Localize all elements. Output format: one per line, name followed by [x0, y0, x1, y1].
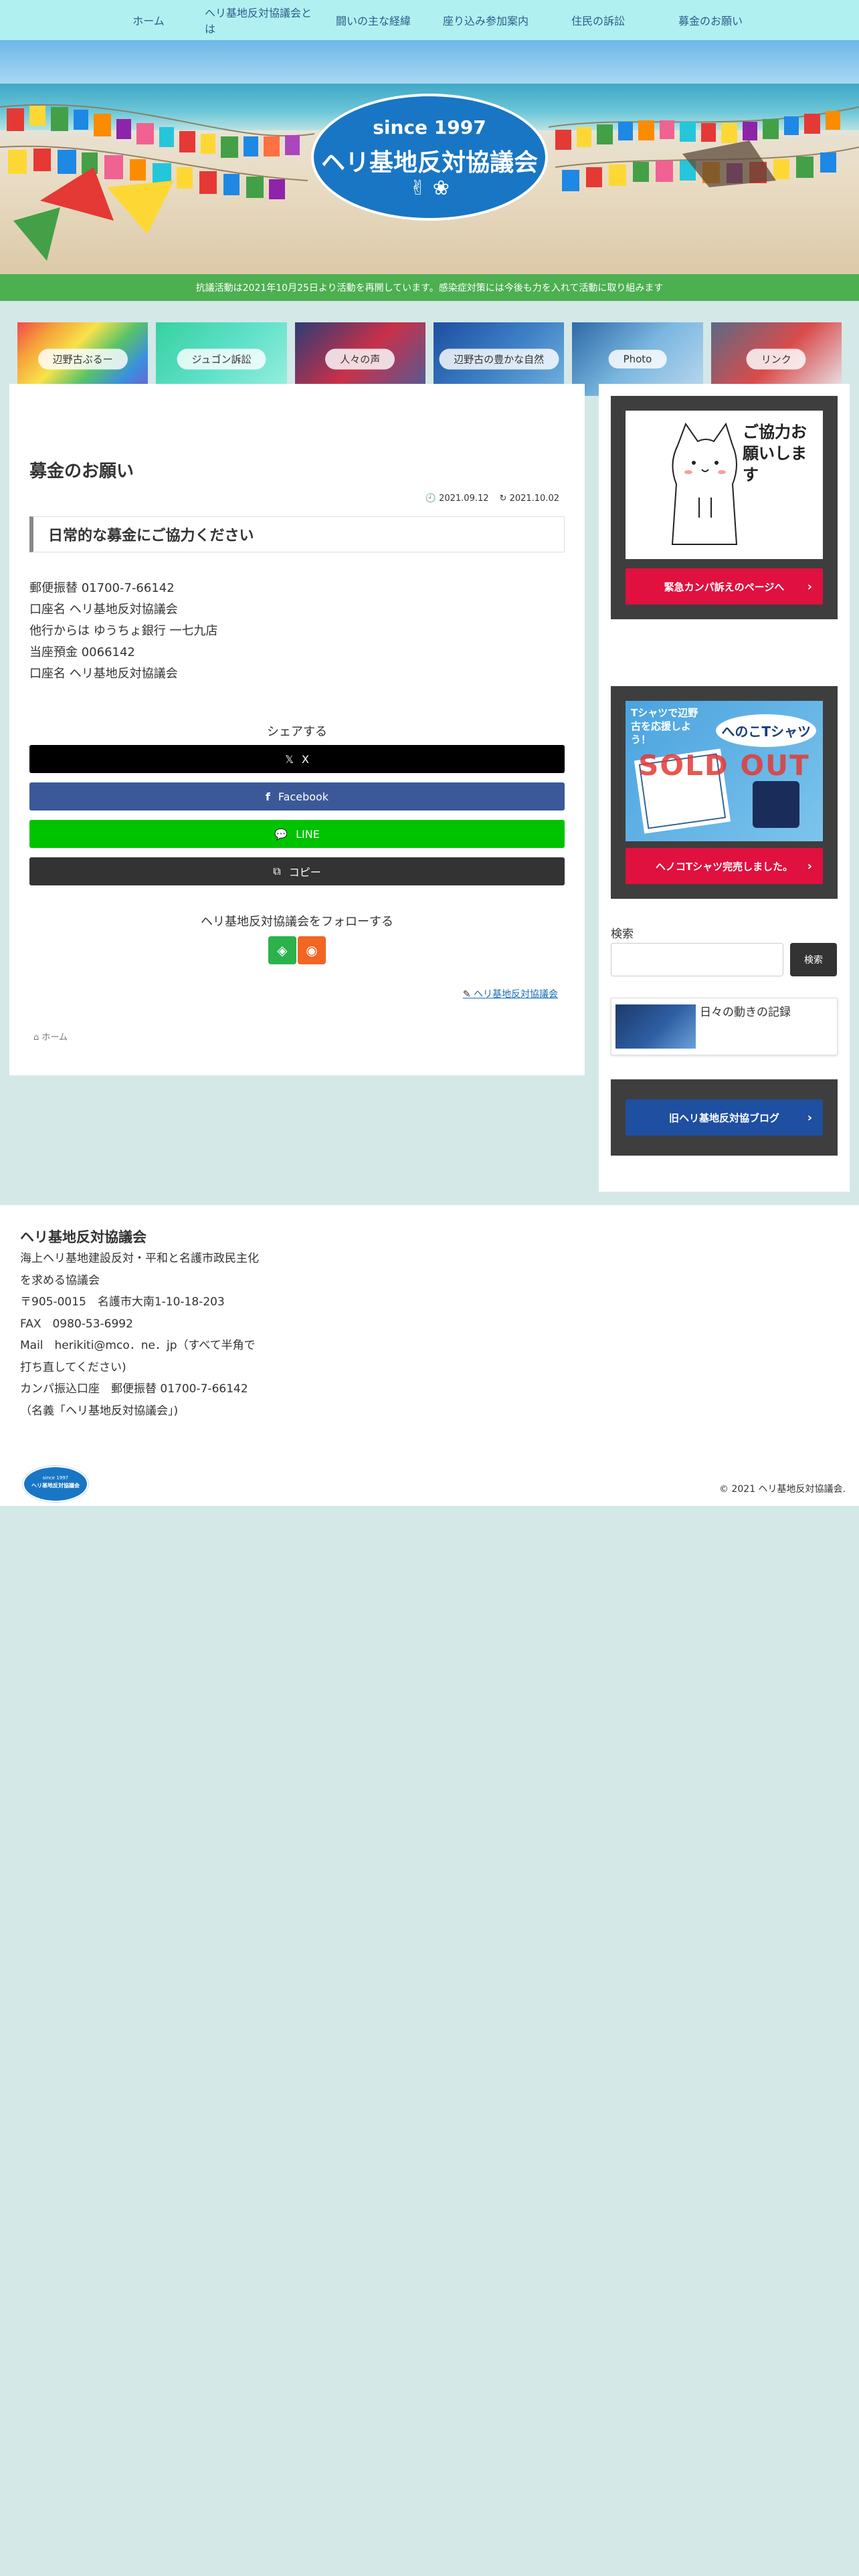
nav-item-history[interactable]: 闘いの主な経緯 — [317, 0, 430, 40]
share-facebook-button[interactable]: f Facebook — [29, 782, 565, 811]
breadcrumb[interactable]: ⌂ ホーム — [33, 1030, 68, 1043]
updated-date-text: 2021.10.02 — [509, 494, 559, 504]
tshirt-shirt — [753, 781, 799, 828]
sidebar: ご協力お願いします 緊急カンパ訴えのページへ › Tシャツで辺野古を応援しよう！ … — [599, 384, 850, 1192]
footer-line: を求める協議会 — [20, 1273, 100, 1287]
nav-item-about[interactable]: ヘリ基地反対協議会とは — [205, 0, 317, 40]
published-date: 🕘 2021.09.12 — [425, 494, 489, 504]
category-tile-label: 辺野古ぶるー — [37, 348, 128, 370]
tshirt-banner[interactable]: Tシャツで辺野古を応援しよう！ へのこTシャツ SOLD OUT — [626, 701, 823, 841]
post-thumbnail — [615, 1004, 696, 1049]
post-dates: 🕘 2021.09.12 ↻ 2021.10.02 — [425, 494, 559, 504]
footer-title: ヘリ基地反対協議会 — [20, 1229, 147, 1245]
category-tile-label: 辺野古の豊かな自然 — [439, 348, 559, 370]
site-logo[interactable]: since 1997 ヘリ基地反対協議会 ✌ ❀ — [311, 94, 548, 221]
footer-line: Mail herikiti@mco．ne．jp（すべて半角で — [20, 1339, 256, 1352]
chevron-right-icon: › — [807, 1110, 812, 1125]
breadcrumb-home: ホーム — [41, 1033, 68, 1043]
nav-item-donation[interactable]: 募金のお願い — [654, 0, 767, 40]
category-tile-label: Photo — [608, 350, 667, 368]
footer-line: カンパ振込口座 郵便振替 01700-7-66142 — [20, 1382, 248, 1396]
share-x-button[interactable]: 𝕏X — [29, 745, 565, 773]
copy-link-button[interactable]: ⧉ コピー — [29, 857, 565, 885]
tshirt-banner-top: Tシャツで辺野古を応援しよう！ — [631, 707, 698, 746]
donation-line: 口座名 ヘリ基地反対協議会 — [29, 667, 178, 681]
feedly-icon[interactable]: ◈ — [268, 936, 296, 964]
category-tile-label: リンク — [746, 348, 806, 370]
logo-site-name: ヘリ基地反対協議会 — [320, 149, 538, 177]
notice-bar: 抗議活動は2021年10月25日より活動を再開しています。感染症対策には今後も力… — [0, 274, 859, 301]
post-title: 日々の動きの記録 — [700, 1006, 791, 1019]
share-facebook-label: Facebook — [278, 790, 329, 803]
global-nav: ホーム ヘリ基地反対協議会とは 闘いの主な経緯 座り込み参加案内 住民の訴訟 募… — [0, 0, 859, 40]
footer-line: FAX 0980-53-6992 — [20, 1317, 133, 1331]
copyright: © 2021 ヘリ基地反対協議会. — [719, 1484, 846, 1495]
donation-line: 郵便振替 01700-7-66142 — [29, 581, 175, 595]
x-logo-icon: 𝕏 — [285, 752, 294, 766]
category-tile-label: 人々の声 — [325, 348, 395, 370]
emergency-donation-button[interactable]: 緊急カンパ訴えのページへ › — [626, 568, 823, 605]
footer-logo-since: since 1997 — [42, 1475, 69, 1481]
chevron-right-icon: › — [807, 579, 812, 594]
donation-line: 他行からは ゆうちょ銀行 一七九店 — [29, 624, 218, 638]
donation-line: 当座預金 0066142 — [29, 645, 135, 659]
tshirt-banner-title: へのこTシャツ — [716, 714, 816, 747]
follow-title: ヘリ基地反対協議会をフォローする — [201, 915, 393, 929]
donation-info: 郵便振替 01700-7-66142 口座名 ヘリ基地反対協議会 他行からは ゆ… — [29, 578, 217, 685]
share-line-button[interactable]: 💬 LINE — [29, 820, 565, 848]
emergency-donation-label: 緊急カンパ訴えのページへ — [664, 580, 785, 593]
copy-label: コピー — [288, 866, 321, 879]
tshirt-sold-out-label: ヘノコTシャツ完売しました。 — [655, 860, 793, 873]
facebook-icon: f — [265, 790, 270, 803]
footer-line: 〒905-0015 名護市大南1-10-18-203 — [20, 1295, 225, 1309]
sold-out-badge: SOLD OUT — [638, 749, 810, 782]
article-main: 募金のお願い 🕘 2021.09.12 ↻ 2021.10.02 日常的な募金に… — [9, 384, 585, 1075]
old-blog-label: 旧ヘリ基地反対協ブログ — [668, 1111, 779, 1124]
logo-since-text: since 1997 — [373, 116, 486, 138]
chevron-right-icon: › — [807, 859, 812, 873]
search-label: 検索 — [611, 928, 634, 941]
search-input[interactable] — [611, 943, 783, 976]
old-blog-widget: 旧ヘリ基地反対協ブログ › — [611, 1079, 838, 1156]
recent-post-card[interactable]: 日々の動きの記録 — [611, 998, 838, 1055]
author-link[interactable]: ✎ ヘリ基地反対協議会 — [463, 987, 558, 1000]
share-x-label: X — [301, 752, 309, 766]
footer-logo-name: ヘリ基地反対協議会 — [31, 1483, 80, 1489]
logo-emblem-icon: ✌ ❀ — [409, 177, 450, 200]
copy-icon: ⧉ — [273, 865, 281, 877]
footer-line: （名義「ヘリ基地反対協議会」) — [20, 1404, 179, 1418]
share-line-label: LINE — [296, 827, 320, 841]
header-banner: since 1997 ヘリ基地反対協議会 ✌ ❀ — [0, 40, 859, 274]
category-tile-label: ジュゴン訴訟 — [177, 348, 266, 370]
section-heading: 日常的な募金にご協力ください — [29, 516, 565, 552]
footer-logo[interactable]: since 1997 ヘリ基地反対協議会 — [23, 1466, 88, 1502]
published-date-text: 2021.09.12 — [439, 494, 489, 504]
update-icon: ↻ — [499, 494, 507, 504]
nav-item-home[interactable]: ホーム — [92, 0, 205, 40]
pencil-icon: ✎ — [462, 989, 471, 1000]
clock-icon: 🕘 — [425, 494, 436, 504]
widget1-image-text: ご協力お願いします — [743, 423, 807, 484]
nav-item-lawsuit[interactable]: 住民の訴訟 — [542, 0, 654, 40]
page-title: 募金のお願い — [29, 461, 134, 481]
home-icon: ⌂ — [33, 1033, 39, 1043]
cat-illustration[interactable]: ご協力お願いします — [626, 411, 823, 559]
footer-line: 打ち直してください) — [20, 1360, 126, 1374]
share-title: シェアする — [267, 725, 327, 739]
line-icon: 💬 — [274, 827, 288, 841]
emergency-donation-widget: ご協力お願いします 緊急カンパ訴えのページへ › — [611, 396, 838, 619]
updated-date: ↻ 2021.10.02 — [500, 494, 559, 504]
old-blog-button[interactable]: 旧ヘリ基地反対協ブログ › — [626, 1099, 823, 1136]
nav-item-sit-in[interactable]: 座り込み参加案内 — [430, 0, 542, 40]
author-name: ヘリ基地反対協議会 — [474, 989, 558, 1000]
footer-contact: 海上ヘリ基地建設反対・平和と名護市政民主化 を求める協議会 〒905-0015 … — [20, 1248, 259, 1422]
search-button[interactable]: 検索 — [790, 943, 837, 976]
footer-line: 海上ヘリ基地建設反対・平和と名護市政民主化 — [20, 1252, 259, 1265]
donation-line: 口座名 ヘリ基地反対協議会 — [29, 603, 178, 617]
rss-icon[interactable]: ◉ — [298, 936, 326, 964]
tshirt-widget: Tシャツで辺野古を応援しよう！ へのこTシャツ SOLD OUT ヘノコTシャツ… — [611, 686, 838, 899]
footer: ヘリ基地反対協議会 海上ヘリ基地建設反対・平和と名護市政民主化 を求める協議会 … — [0, 1205, 859, 1506]
tshirt-sold-out-button[interactable]: ヘノコTシャツ完売しました。 › — [626, 848, 823, 884]
